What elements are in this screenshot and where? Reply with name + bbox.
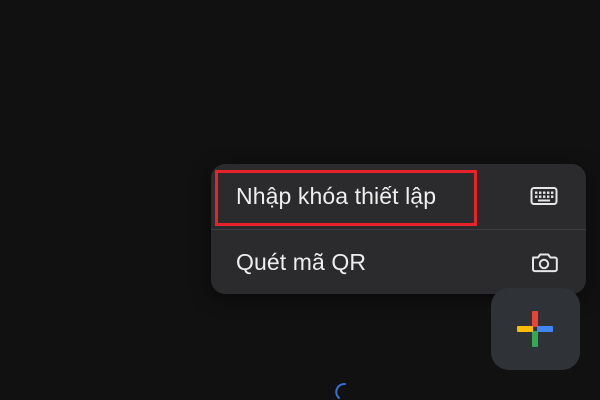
- add-account-fab[interactable]: [491, 288, 580, 370]
- menu-item-label: Quét mã QR: [236, 248, 367, 275]
- highlight-box: [215, 170, 477, 226]
- menu-item-enter-setup-key[interactable]: Nhập khóa thiết lập: [211, 164, 586, 228]
- screen-background: Nhập khóa thiết lập Quét mã QR: [0, 0, 600, 400]
- keyboard-icon: [530, 187, 558, 205]
- google-plus-icon: [517, 311, 553, 347]
- add-options-menu: Nhập khóa thiết lập Quét mã QR: [211, 164, 586, 294]
- camera-icon: [532, 253, 558, 273]
- menu-item-scan-qr-code[interactable]: Quét mã QR: [211, 230, 586, 294]
- loading-spinner-icon: [335, 382, 346, 399]
